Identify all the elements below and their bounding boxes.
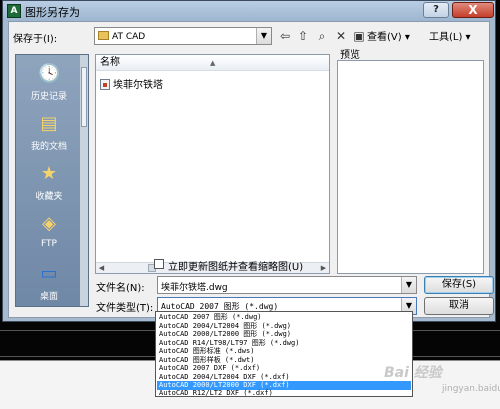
column-name-label: 名称: [100, 57, 120, 68]
file-name: 埃菲尔铁塔: [113, 80, 163, 91]
dwg-file-icon: [100, 79, 110, 90]
save-button[interactable]: 保存(S): [424, 276, 494, 294]
update-thumbnail-label[interactable]: 立即更新图纸并查看缩略图(U): [168, 258, 303, 273]
close-button[interactable]: X: [452, 2, 494, 18]
place-history[interactable]: 🕓 历史记录: [16, 63, 82, 102]
filetype-option[interactable]: AutoCAD R12/LT2 DXF (*.dxf): [157, 389, 411, 398]
savein-label: 保存于(I):: [13, 34, 58, 45]
help-button[interactable]: ?: [423, 2, 449, 18]
documents-icon: ▤: [40, 113, 58, 134]
tools-label: 工具(L): [429, 32, 463, 43]
scrollbar-thumb[interactable]: [81, 67, 87, 127]
place-documents[interactable]: ▤ 我的文档: [16, 113, 82, 152]
filetype-option[interactable]: AutoCAD 图形标准 (*.dws): [157, 347, 411, 356]
places-scrollbar[interactable]: [80, 55, 88, 306]
place-label: 我的文档: [30, 142, 67, 152]
place-label: FTP: [41, 239, 57, 249]
history-icon: 🕓: [38, 63, 61, 84]
new-folder-icon[interactable]: ▣: [351, 28, 367, 44]
preview-pane: [337, 60, 484, 274]
place-label: 收藏夹: [35, 192, 63, 202]
chevron-down-icon[interactable]: ▼: [256, 28, 271, 44]
folder-icon: [98, 31, 109, 40]
watermark-logo: Bai 经验: [384, 365, 442, 381]
savein-value: AT CAD: [112, 32, 146, 42]
ftp-icon: ◈: [42, 213, 56, 234]
dialog-title: 图形另存为: [25, 6, 80, 19]
up-folder-icon[interactable]: ⇧: [295, 28, 311, 44]
place-ftp[interactable]: ◈ FTP: [16, 213, 82, 249]
views-button[interactable]: 查看(V) ▾: [367, 28, 410, 43]
place-label: 桌面: [39, 292, 58, 302]
preview-label: 预览: [340, 50, 360, 61]
scroll-right-icon[interactable]: ▶: [318, 263, 329, 273]
watermark-url: jingyan.baidu.com: [442, 384, 500, 394]
favorites-icon: ★: [40, 163, 58, 184]
sort-arrow-icon: ▲: [210, 59, 216, 67]
filename-value[interactable]: 埃菲尔铁塔.dwg: [161, 280, 228, 293]
filename-label: 文件名(N):: [96, 283, 145, 294]
chevron-down-icon[interactable]: ▼: [401, 277, 416, 293]
place-label: 历史记录: [30, 92, 67, 102]
file-list[interactable]: 名称 ▲ 埃菲尔铁塔 ◀ ▶: [95, 54, 330, 274]
filetype-label: 文件类型(T):: [96, 303, 154, 314]
update-thumbnail-checkbox[interactable]: [154, 259, 164, 269]
views-label: 查看(V): [367, 32, 402, 43]
places-bar: 🕓 历史记录 ▤ 我的文档 ★ 收藏夹 ◈ FTP ▭ 桌面: [15, 54, 89, 307]
filetype-option[interactable]: AutoCAD 2007 图形 (*.dwg): [157, 313, 411, 322]
tools-button[interactable]: 工具(L) ▾: [429, 28, 471, 43]
column-header-name[interactable]: 名称 ▲: [96, 55, 329, 71]
filetype-option[interactable]: AutoCAD 2007 DXF (*.dxf): [157, 364, 411, 373]
save-as-dialog: A 图形另存为 ? X 保存于(I): AT CAD ▼ ⇦ ⇧ ⌕ ✕ ▣ 查…: [2, 0, 496, 322]
dialog-body: 保存于(I): AT CAD ▼ ⇦ ⇧ ⌕ ✕ ▣ 查看(V) ▾ 工具(L)…: [8, 21, 494, 318]
title-bar: A 图形另存为 ? X: [3, 1, 495, 21]
filetype-dropdown-list: AutoCAD 2007 图形 (*.dwg) AutoCAD 2004/LT2…: [155, 311, 413, 397]
cancel-button[interactable]: 取消: [424, 297, 494, 315]
filename-field[interactable]: 埃菲尔铁塔.dwg ▼: [157, 276, 417, 294]
delete-icon[interactable]: ✕: [333, 28, 349, 44]
desktop-icon: ▭: [40, 263, 58, 284]
place-favorites[interactable]: ★ 收藏夹: [16, 163, 82, 202]
filetype-option[interactable]: AutoCAD 2000/LT2000 图形 (*.dwg): [157, 330, 411, 339]
search-web-icon[interactable]: ⌕: [314, 28, 330, 44]
back-icon[interactable]: ⇦: [277, 28, 293, 44]
scroll-left-icon[interactable]: ◀: [96, 263, 107, 273]
list-item[interactable]: 埃菲尔铁塔: [100, 76, 163, 91]
place-desktop[interactable]: ▭ 桌面: [16, 263, 82, 302]
savein-combo[interactable]: AT CAD ▼: [94, 27, 272, 45]
app-icon: A: [7, 4, 21, 18]
